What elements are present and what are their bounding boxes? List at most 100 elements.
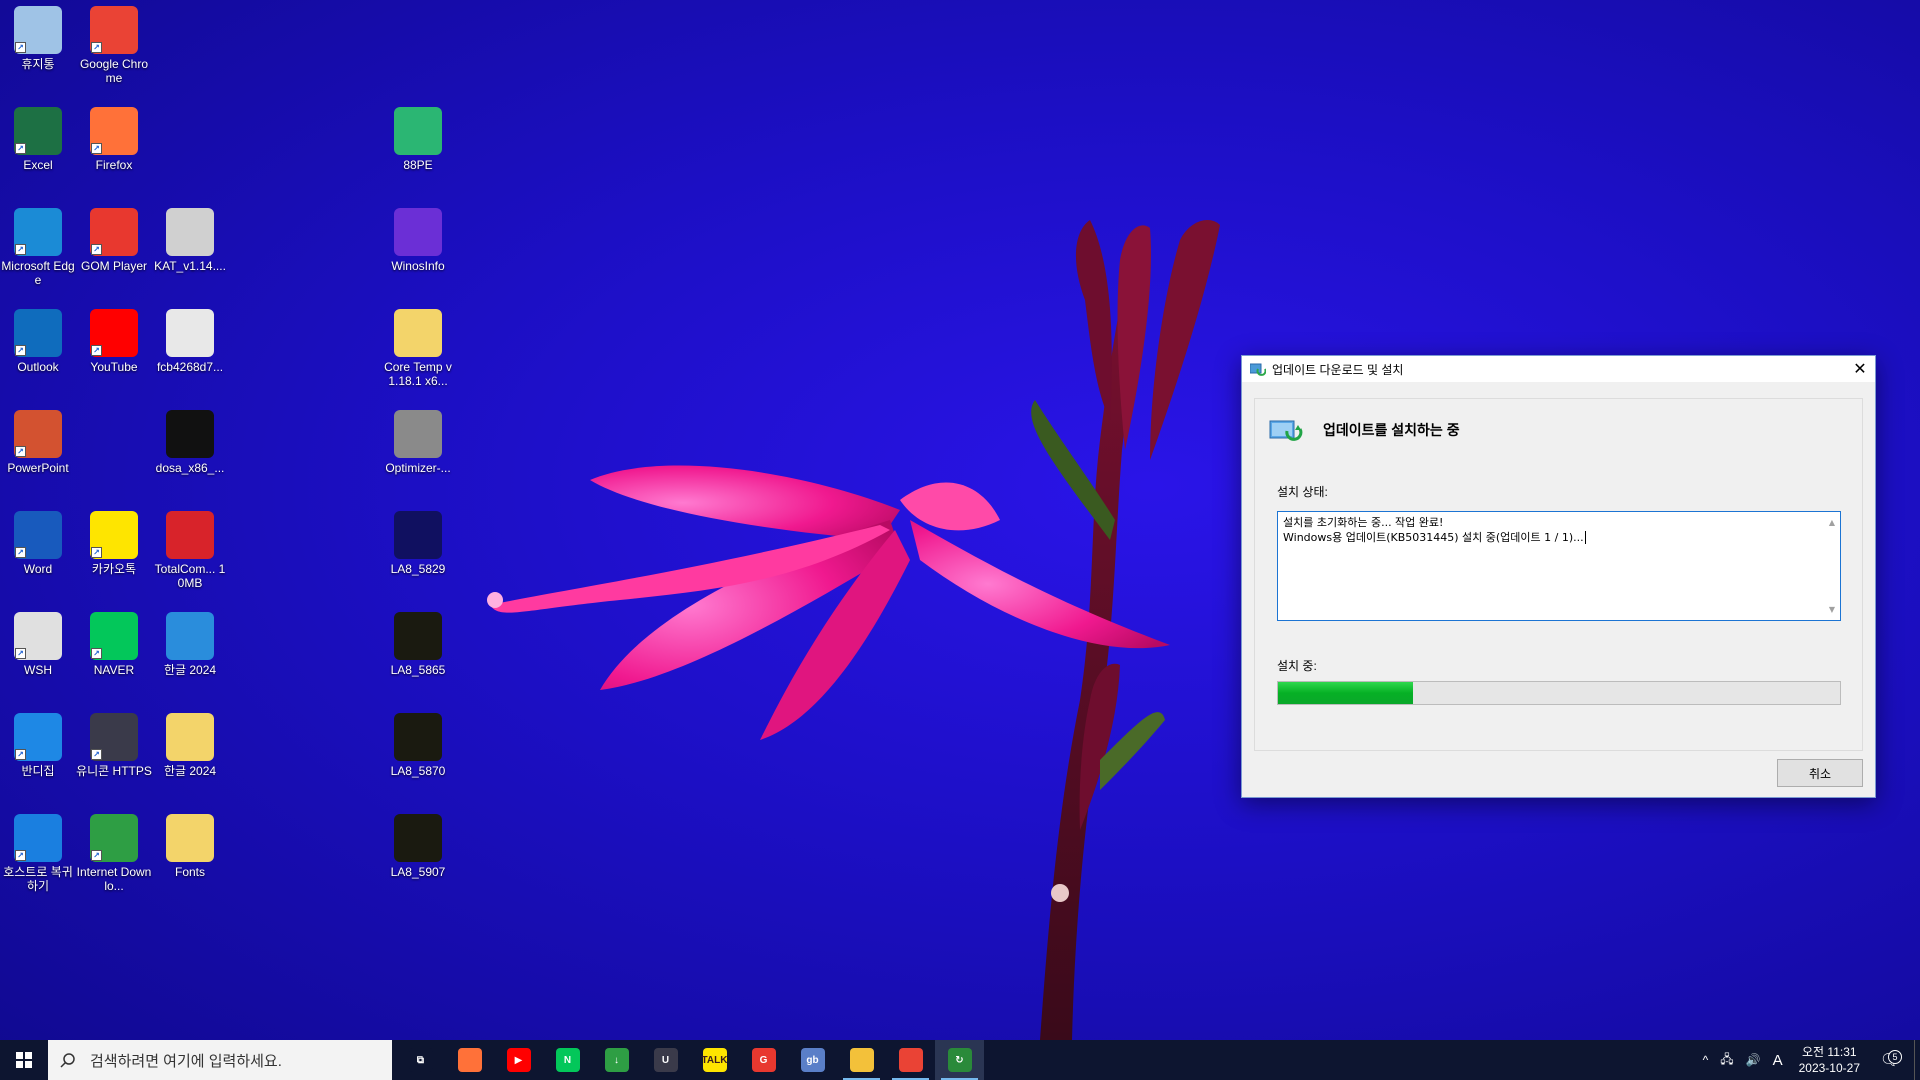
desktop-icon[interactable]: ↗ 유니콘 HTTPS [76,713,152,778]
taskbar-app-gb[interactable]: gb [788,1040,837,1080]
network-icon[interactable]: 🖧 [1714,1050,1739,1071]
dosa-icon [166,410,214,458]
88pe-icon [394,107,442,155]
taskbar-app-youtube[interactable]: ▶ [494,1040,543,1080]
taskbar-app-idm[interactable]: ↓ [592,1040,641,1080]
cancel-button[interactable]: 취소 [1777,759,1863,787]
winosinfo-icon [394,208,442,256]
desktop-icon[interactable]: ↗ 휴지통 [0,6,76,71]
desktop-icon[interactable]: LA8_5865 [380,612,456,677]
shortcut-arrow-icon: ↗ [15,850,26,861]
desktop-icon[interactable]: ↗ Google Chrome [76,6,152,85]
shortcut-arrow-icon: ↗ [91,850,102,861]
taskbar-app-file-explorer[interactable] [837,1040,886,1080]
desktop-icon[interactable]: 한글 2024 [152,713,228,778]
desktop-icon[interactable]: ↗ GOM Player [76,208,152,273]
desktop-icon[interactable]: ↗ Microsoft Edge [0,208,76,287]
desktop-icon-label: PowerPoint [7,461,69,475]
desktop-icon[interactable]: ↗ Firefox [76,107,152,172]
desktop-icon[interactable]: fcb4268d7... [152,309,228,374]
desktop-icon-label: Fonts [174,865,205,879]
taskbar: 검색하려면 여기에 입력하세요. ⧉ ▶ N ↓ U TALK Ggb ↻ ^ 🖧 🔊 A 오… [0,1040,1920,1080]
desktop-icon-label: YouTube [90,360,138,374]
excel-icon: ↗ [14,107,62,155]
desktop-icon[interactable]: WinosInfo [380,208,456,273]
volume-icon[interactable]: 🔊 [1740,1053,1767,1067]
desktop-icon[interactable]: ↗ Internet Downlo... [76,814,152,893]
desktop-icon-label: Optimizer-... [385,461,451,475]
show-desktop-button[interactable] [1914,1040,1920,1080]
taskbar-search-box[interactable]: 검색하려면 여기에 입력하세요. [48,1040,392,1080]
desktop-icon[interactable]: ↗ Outlook [0,309,76,374]
clock-time: 오전 11:31 [1802,1045,1857,1059]
desktop-icon-label: LA8_5907 [390,865,446,879]
desktop-icon[interactable]: 88PE [380,107,456,172]
taskbar-app-task-view[interactable]: ⧉ [396,1040,445,1080]
youtube-icon: ↗ [90,309,138,357]
desktop-icon[interactable]: LA8_5829 [380,511,456,576]
taskbar-app-kakaotalk[interactable]: TALK [690,1040,739,1080]
file-explorer-icon [849,1048,874,1072]
desktop-icon[interactable]: ↗ YouTube [76,309,152,374]
desktop-icon[interactable]: ↗ 반디집 [0,713,76,778]
desktop-icon-label: WSH [24,663,52,677]
desktop-icon[interactable]: ↗ PowerPoint [0,410,76,475]
unicorn-https-icon: ↗ [90,713,138,761]
desktop-icon[interactable]: TotalCom... 10MB [152,511,228,590]
taskbar-app-windows-update[interactable]: ↻ [935,1040,984,1080]
update-dialog: 업데이트 다운로드 및 설치 ✕ 업데이트를 설치하는 중 설치 상태: 설치를… [1241,355,1876,798]
chevron-up-icon[interactable]: ^ [1697,1053,1715,1067]
desktop-icon[interactable]: 한글 2024 [152,612,228,677]
desktop-icon[interactable]: KAT_v1.14.... [152,208,228,273]
desktop-icon-label: 88PE [403,158,433,172]
taskbar-app-gom-player[interactable]: G [739,1040,788,1080]
dialog-titlebar[interactable]: 업데이트 다운로드 및 설치 ✕ [1242,356,1875,382]
desktop-icon-label: WinosInfo [391,259,445,273]
desktop-icon[interactable]: dosa_x86_... [152,410,228,475]
notification-center-button[interactable]: 🗨 5 [1870,1050,1910,1070]
search-placeholder: 검색하려면 여기에 입력하세요. [90,1052,282,1070]
shortcut-arrow-icon: ↗ [91,42,102,53]
windows-update-icon [1250,363,1266,376]
kakaotalk-icon: ↗ [90,511,138,559]
taskbar-app-unicorn-https[interactable]: U [641,1040,690,1080]
taskbar-app-naver[interactable]: N [543,1040,592,1080]
status-log-textbox[interactable]: 설치를 초기화하는 중... 작업 완료! Windows용 업데이트(KB50… [1277,511,1841,621]
desktop-icon[interactable]: ↗ Word [0,511,76,576]
notification-count: 5 [1888,1050,1902,1064]
desktop-icon[interactable]: Optimizer-... [380,410,456,475]
image-thumb-icon [394,511,442,559]
taskbar-apps: ⧉ ▶ N ↓ U TALK Ggb ↻ [396,1040,984,1080]
desktop-icon[interactable]: ↗ NAVER [76,612,152,677]
desktop-icon[interactable]: ↗ 카카오톡 [76,511,152,576]
chrome-icon: ↗ [90,6,138,54]
clock[interactable]: 오전 11:31 2023-10-27 [1789,1044,1870,1076]
status-label: 설치 상태: [1277,485,1328,499]
totalcommander-icon [166,511,214,559]
desktop-icon[interactable]: LA8_5870 [380,713,456,778]
kat-icon [166,208,214,256]
desktop-icon[interactable]: ↗ Excel [0,107,76,172]
progress-label: 설치 중: [1277,659,1317,673]
image-thumb-icon [394,814,442,862]
shortcut-arrow-icon: ↗ [91,143,102,154]
gom-player-icon: ↗ [90,208,138,256]
folder-icon [166,814,214,862]
desktop-icon-label: 호스트로 복귀하기 [3,865,73,893]
desktop-icon[interactable]: ↗ WSH [0,612,76,677]
start-button[interactable] [0,1040,48,1080]
desktop-icon[interactable]: ↗ 호스트로 복귀하기 [0,814,76,893]
scroll-up-icon[interactable]: ▲ [1829,515,1835,530]
desktop-icon-label: NAVER [93,663,135,677]
windows-update-icon: ↻ [947,1048,972,1072]
taskbar-app-chrome[interactable] [886,1040,935,1080]
desktop-icon[interactable]: Core Temp v1.18.1 x6... [380,309,456,388]
ime-indicator[interactable]: A [1767,1052,1789,1069]
system-tray: ^ 🖧 🔊 A 오전 11:31 2023-10-27 🗨 5 [1697,1040,1920,1080]
close-icon[interactable]: ✕ [1845,356,1875,382]
scroll-down-icon[interactable]: ▼ [1829,602,1835,617]
taskbar-app-firefox[interactable] [445,1040,494,1080]
desktop-icon[interactable]: LA8_5907 [380,814,456,879]
log-scrollbar[interactable]: ▲ ▼ [1824,512,1840,620]
desktop-icon[interactable]: Fonts [152,814,228,879]
